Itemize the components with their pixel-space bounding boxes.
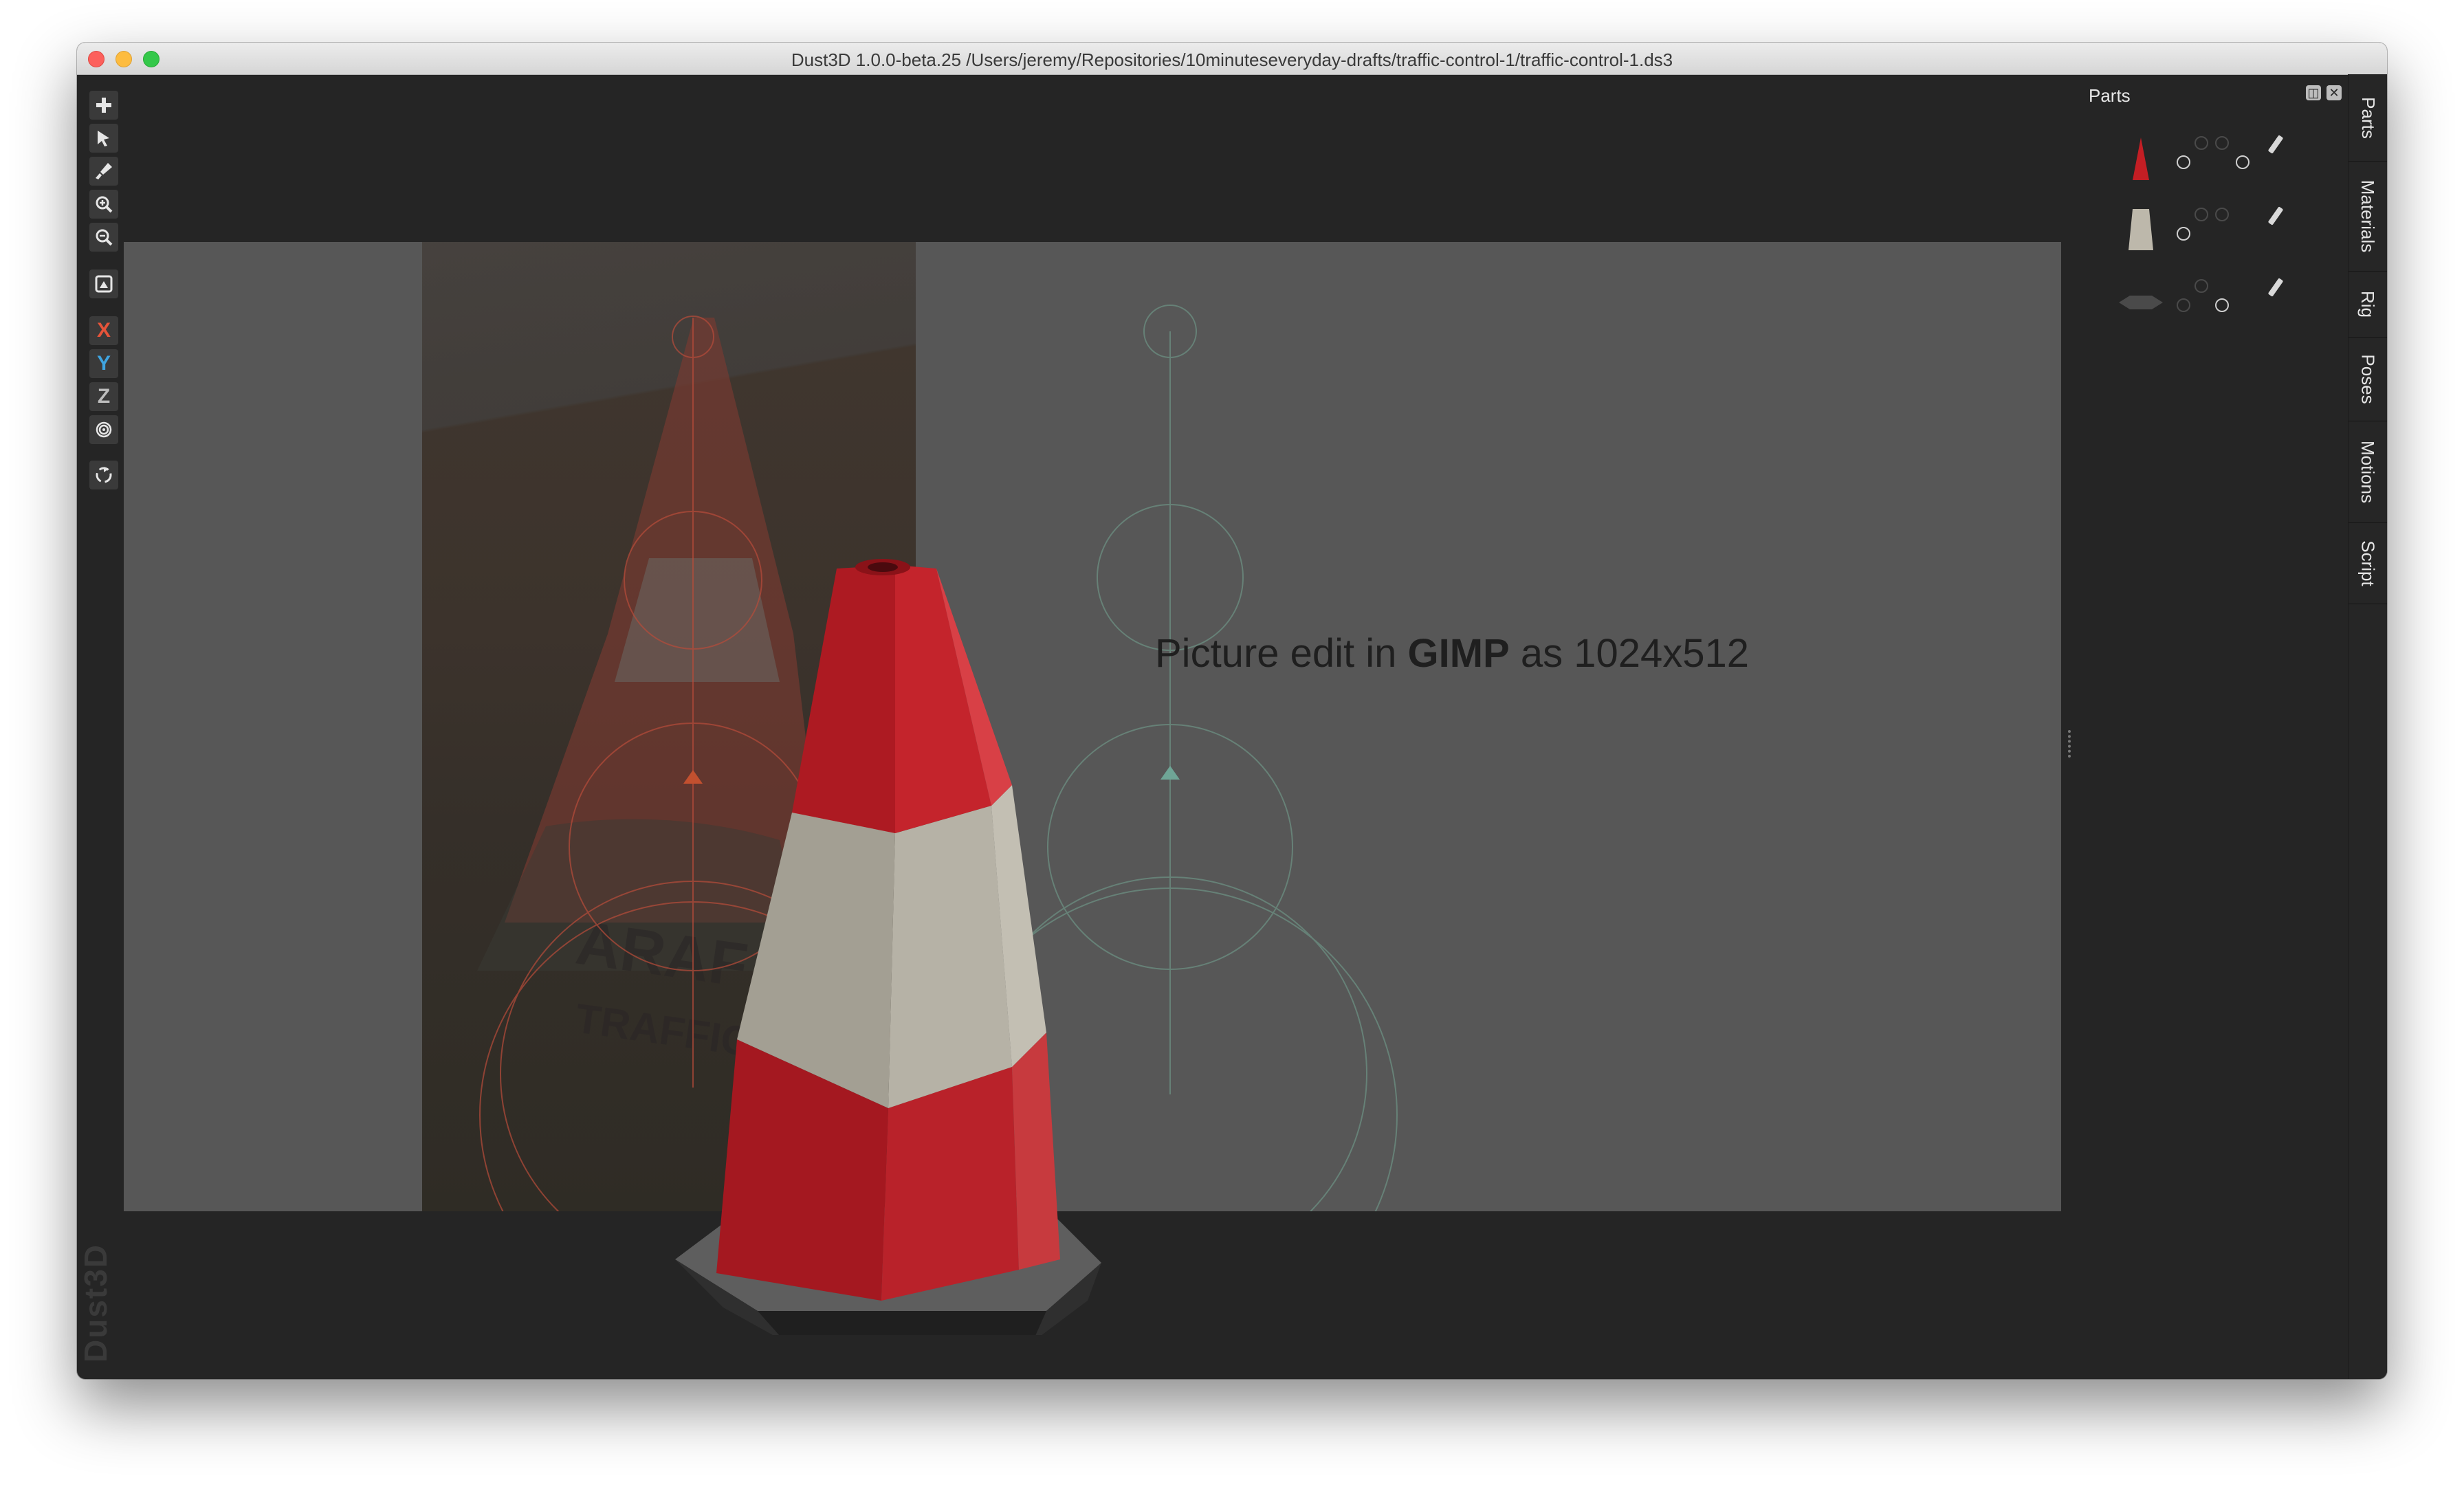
lock-icon[interactable]	[2194, 208, 2208, 221]
traffic-cone-model[interactable]	[661, 510, 1211, 1335]
tab-poses[interactable]: Poses	[2348, 337, 2387, 421]
scissors-icon[interactable]	[2215, 298, 2229, 312]
float-panel-icon[interactable]: ◫	[2306, 85, 2321, 100]
image-icon[interactable]	[89, 269, 118, 298]
title-bar: Dust3D 1.0.0-beta.25 /Users/jeremy/Repos…	[77, 43, 2387, 75]
edit-color-icon[interactable]	[2267, 135, 2284, 154]
picture-edit-note: Picture edit in GIMP as 1024x512	[1155, 631, 1750, 676]
edit-color-icon[interactable]	[2267, 206, 2284, 225]
select-tool-icon[interactable]	[89, 124, 118, 153]
axis-z-button[interactable]: Z	[89, 382, 118, 411]
part-row-red-cone[interactable]	[2100, 124, 2306, 186]
part-controls	[2177, 132, 2287, 180]
paint-tool-icon[interactable]	[89, 157, 118, 186]
axis-x-button[interactable]: X	[89, 316, 118, 345]
parts-panel: Parts ◫ ✕	[2072, 74, 2347, 1379]
close-panel-icon[interactable]: ✕	[2326, 85, 2342, 100]
part-controls	[2177, 275, 2287, 323]
app-window: Dust3D 1.0.0-beta.25 /Users/jeremy/Repos…	[77, 43, 2387, 1379]
lock-icon[interactable]	[2194, 279, 2208, 293]
base-thumbnail	[2119, 296, 2163, 309]
part-row-base[interactable]	[2100, 267, 2306, 329]
lock-icon[interactable]	[2194, 136, 2208, 150]
part-controls	[2177, 203, 2287, 252]
round-icon[interactable]	[2236, 155, 2250, 169]
part-row-white-band[interactable]	[2100, 195, 2306, 257]
tab-script[interactable]: Script	[2348, 522, 2387, 604]
edit-color-icon[interactable]	[2267, 278, 2284, 297]
axis-y-button[interactable]: Y	[89, 349, 118, 378]
red-cone-thumbnail	[2133, 137, 2149, 180]
subdivide-icon[interactable]	[2215, 136, 2229, 150]
visibility-icon[interactable]	[2177, 155, 2190, 169]
tab-parts[interactable]: Parts	[2348, 74, 2387, 162]
zoom-in-icon[interactable]	[89, 190, 118, 219]
subdivide-icon[interactable]	[2215, 208, 2229, 221]
zoom-out-icon[interactable]	[89, 223, 118, 252]
window-title: Dust3D 1.0.0-beta.25 /Users/jeremy/Repos…	[791, 49, 1673, 70]
radial-icon[interactable]	[89, 415, 118, 444]
left-toolbar: X Y Z	[85, 84, 121, 1376]
tab-motions[interactable]: Motions	[2348, 421, 2387, 523]
tab-materials[interactable]: Materials	[2348, 161, 2387, 272]
parts-panel-title: Parts	[2089, 85, 2131, 106]
white-band-thumbnail	[2128, 209, 2153, 250]
side-tabs: Parts Materials Rig Poses Motions Script	[2348, 74, 2387, 1379]
visibility-icon[interactable]	[2177, 227, 2190, 241]
tab-rig[interactable]: Rig	[2348, 271, 2387, 338]
recycle-icon[interactable]	[89, 461, 118, 489]
dust3d-watermark: Dust3D	[78, 1243, 113, 1363]
visibility-icon[interactable]	[2177, 298, 2190, 312]
add-tool-icon[interactable]	[89, 91, 118, 120]
